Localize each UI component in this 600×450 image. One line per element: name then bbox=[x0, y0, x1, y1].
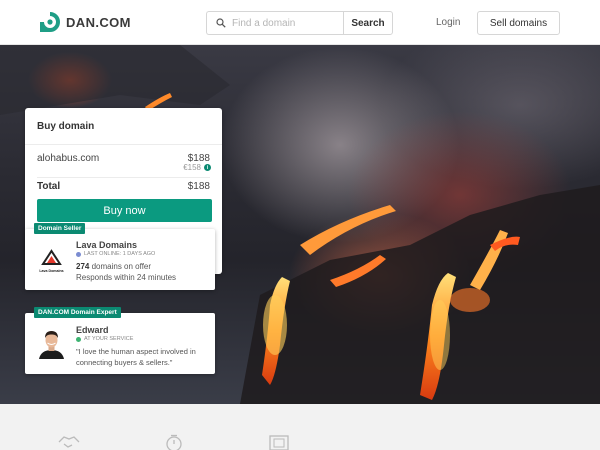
divider bbox=[37, 177, 210, 178]
offer-count: 274 bbox=[76, 262, 90, 271]
dan-logo[interactable]: DAN.COM bbox=[40, 12, 131, 32]
buy-card-title: Buy domain bbox=[37, 121, 95, 132]
features-section bbox=[0, 404, 600, 450]
sell-domains-button[interactable]: Sell domains bbox=[477, 11, 560, 35]
stopwatch-icon bbox=[166, 434, 182, 450]
top-header: DAN.COM Search Login Sell domains bbox=[0, 0, 600, 45]
expert-quote: "I love the human aspect involved in con… bbox=[76, 347, 196, 367]
safe-icon bbox=[269, 435, 289, 450]
expert-status: AT YOUR SERVICE bbox=[76, 336, 133, 342]
expert-name: Edward bbox=[76, 325, 109, 335]
dan-logo-icon bbox=[40, 12, 60, 32]
buy-now-button[interactable]: Buy now bbox=[37, 199, 212, 222]
seller-status-text: LAST ONLINE: 1 DAYS AGO bbox=[84, 251, 156, 257]
lava-domains-logo: Lava Domains bbox=[39, 249, 64, 273]
info-icon[interactable]: i bbox=[204, 164, 211, 171]
seller-status: LAST ONLINE: 1 DAYS AGO bbox=[76, 251, 155, 257]
domain-name: alohabus.com bbox=[37, 153, 100, 164]
seller-name[interactable]: Lava Domains bbox=[76, 240, 137, 250]
domain-seller-card: Domain Seller Lava Domains Lava Domains … bbox=[25, 223, 215, 290]
total-label: Total bbox=[37, 181, 61, 192]
price-eur: €158 bbox=[183, 163, 201, 172]
divider bbox=[25, 144, 222, 145]
search-field-wrapper[interactable] bbox=[206, 11, 343, 35]
status-dot bbox=[76, 336, 81, 342]
lava-domains-logo-text: Lava Domains bbox=[39, 269, 63, 273]
offer-count-line: 274 domains on offer bbox=[76, 262, 151, 271]
handshake-icon bbox=[58, 436, 80, 448]
search-button[interactable]: Search bbox=[343, 11, 393, 35]
status-dot bbox=[76, 251, 81, 257]
total-value: $188 bbox=[187, 181, 210, 192]
domain-expert-card: DAN.COM Domain Expert Edward AT YOUR SER… bbox=[25, 307, 215, 374]
expert-status-text: AT YOUR SERVICE bbox=[84, 336, 134, 342]
logo-text: DAN.COM bbox=[66, 14, 131, 30]
search-input[interactable] bbox=[232, 17, 332, 29]
domain-expert-badge: DAN.COM Domain Expert bbox=[34, 307, 121, 318]
login-link[interactable]: Login bbox=[436, 17, 460, 28]
domain-seller-badge: Domain Seller bbox=[34, 223, 86, 234]
search-icon bbox=[216, 18, 226, 28]
offer-text: domains on offer bbox=[89, 262, 152, 271]
response-time: Responds within 24 minutes bbox=[76, 273, 177, 282]
domain-search: Search bbox=[206, 11, 393, 35]
expert-avatar bbox=[39, 331, 64, 359]
